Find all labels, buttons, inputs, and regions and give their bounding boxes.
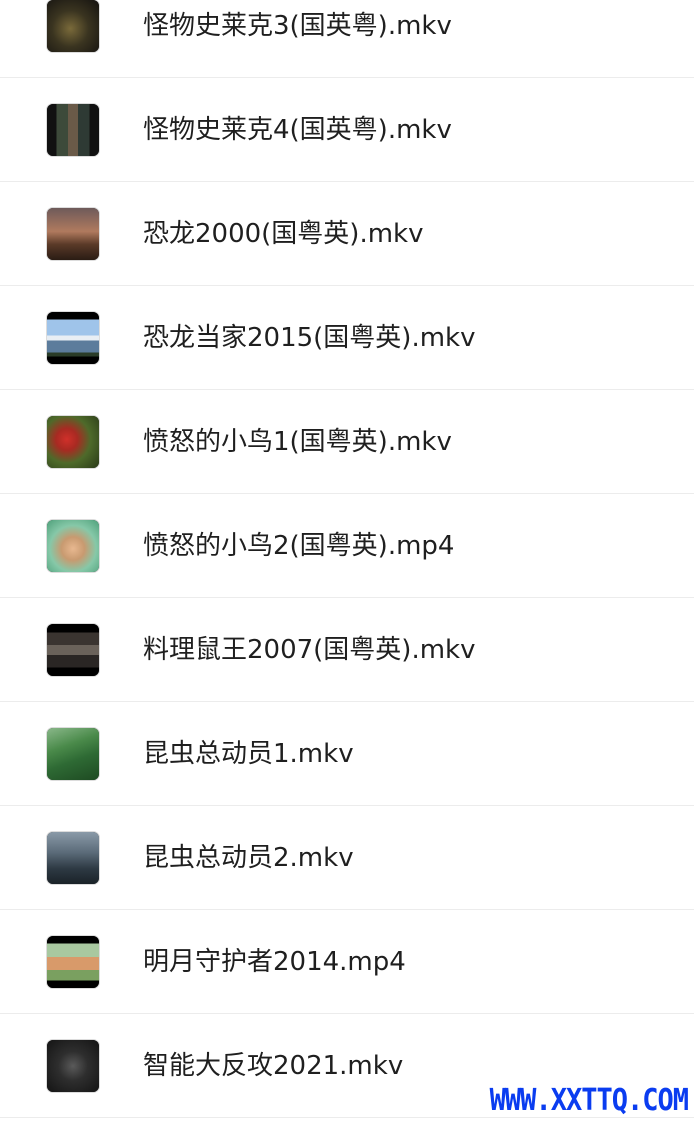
video-thumbnail <box>46 103 100 157</box>
video-thumbnail <box>46 1039 100 1093</box>
file-name: 恐龙2000(国粤英).mkv <box>143 219 424 249</box>
file-row[interactable]: 怪物史莱克3(国英粤).mkv <box>0 0 694 78</box>
file-name: 智能大反攻2021.mkv <box>143 1051 404 1081</box>
file-row[interactable]: 明月守护者2014.mp4 <box>0 910 694 1014</box>
site-watermark: WWW.XXTTQ.COM <box>489 1083 689 1118</box>
video-thumbnail <box>46 311 100 365</box>
file-row[interactable]: 料理鼠王2007(国粤英).mkv <box>0 598 694 702</box>
file-row[interactable]: 恐龙当家2015(国粤英).mkv <box>0 286 694 390</box>
file-name: 明月守护者2014.mp4 <box>143 947 406 977</box>
video-thumbnail <box>46 623 100 677</box>
file-row[interactable]: 愤怒的小鸟2(国粤英).mp4 <box>0 494 694 598</box>
file-name: 恐龙当家2015(国粤英).mkv <box>143 323 476 353</box>
file-name: 愤怒的小鸟2(国粤英).mp4 <box>143 531 455 561</box>
file-list: 怪物史莱克3(国英粤).mkv 怪物史莱克4(国英粤).mkv 恐龙2000(国… <box>0 0 694 1118</box>
video-thumbnail <box>46 831 100 885</box>
file-name: 愤怒的小鸟1(国粤英).mkv <box>143 427 452 457</box>
video-thumbnail <box>46 207 100 261</box>
video-thumbnail <box>46 519 100 573</box>
file-name: 怪物史莱克3(国英粤).mkv <box>143 11 452 41</box>
file-row[interactable]: 昆虫总动员1.mkv <box>0 702 694 806</box>
video-thumbnail <box>46 0 100 53</box>
video-thumbnail <box>46 415 100 469</box>
file-row[interactable]: 愤怒的小鸟1(国粤英).mkv <box>0 390 694 494</box>
video-thumbnail <box>46 935 100 989</box>
file-row[interactable]: 昆虫总动员2.mkv <box>0 806 694 910</box>
file-name: 怪物史莱克4(国英粤).mkv <box>143 115 452 145</box>
file-name: 料理鼠王2007(国粤英).mkv <box>143 635 476 665</box>
file-name: 昆虫总动员1.mkv <box>143 739 354 769</box>
video-thumbnail <box>46 727 100 781</box>
file-row[interactable]: 恐龙2000(国粤英).mkv <box>0 182 694 286</box>
file-name: 昆虫总动员2.mkv <box>143 843 354 873</box>
file-row[interactable]: 怪物史莱克4(国英粤).mkv <box>0 78 694 182</box>
